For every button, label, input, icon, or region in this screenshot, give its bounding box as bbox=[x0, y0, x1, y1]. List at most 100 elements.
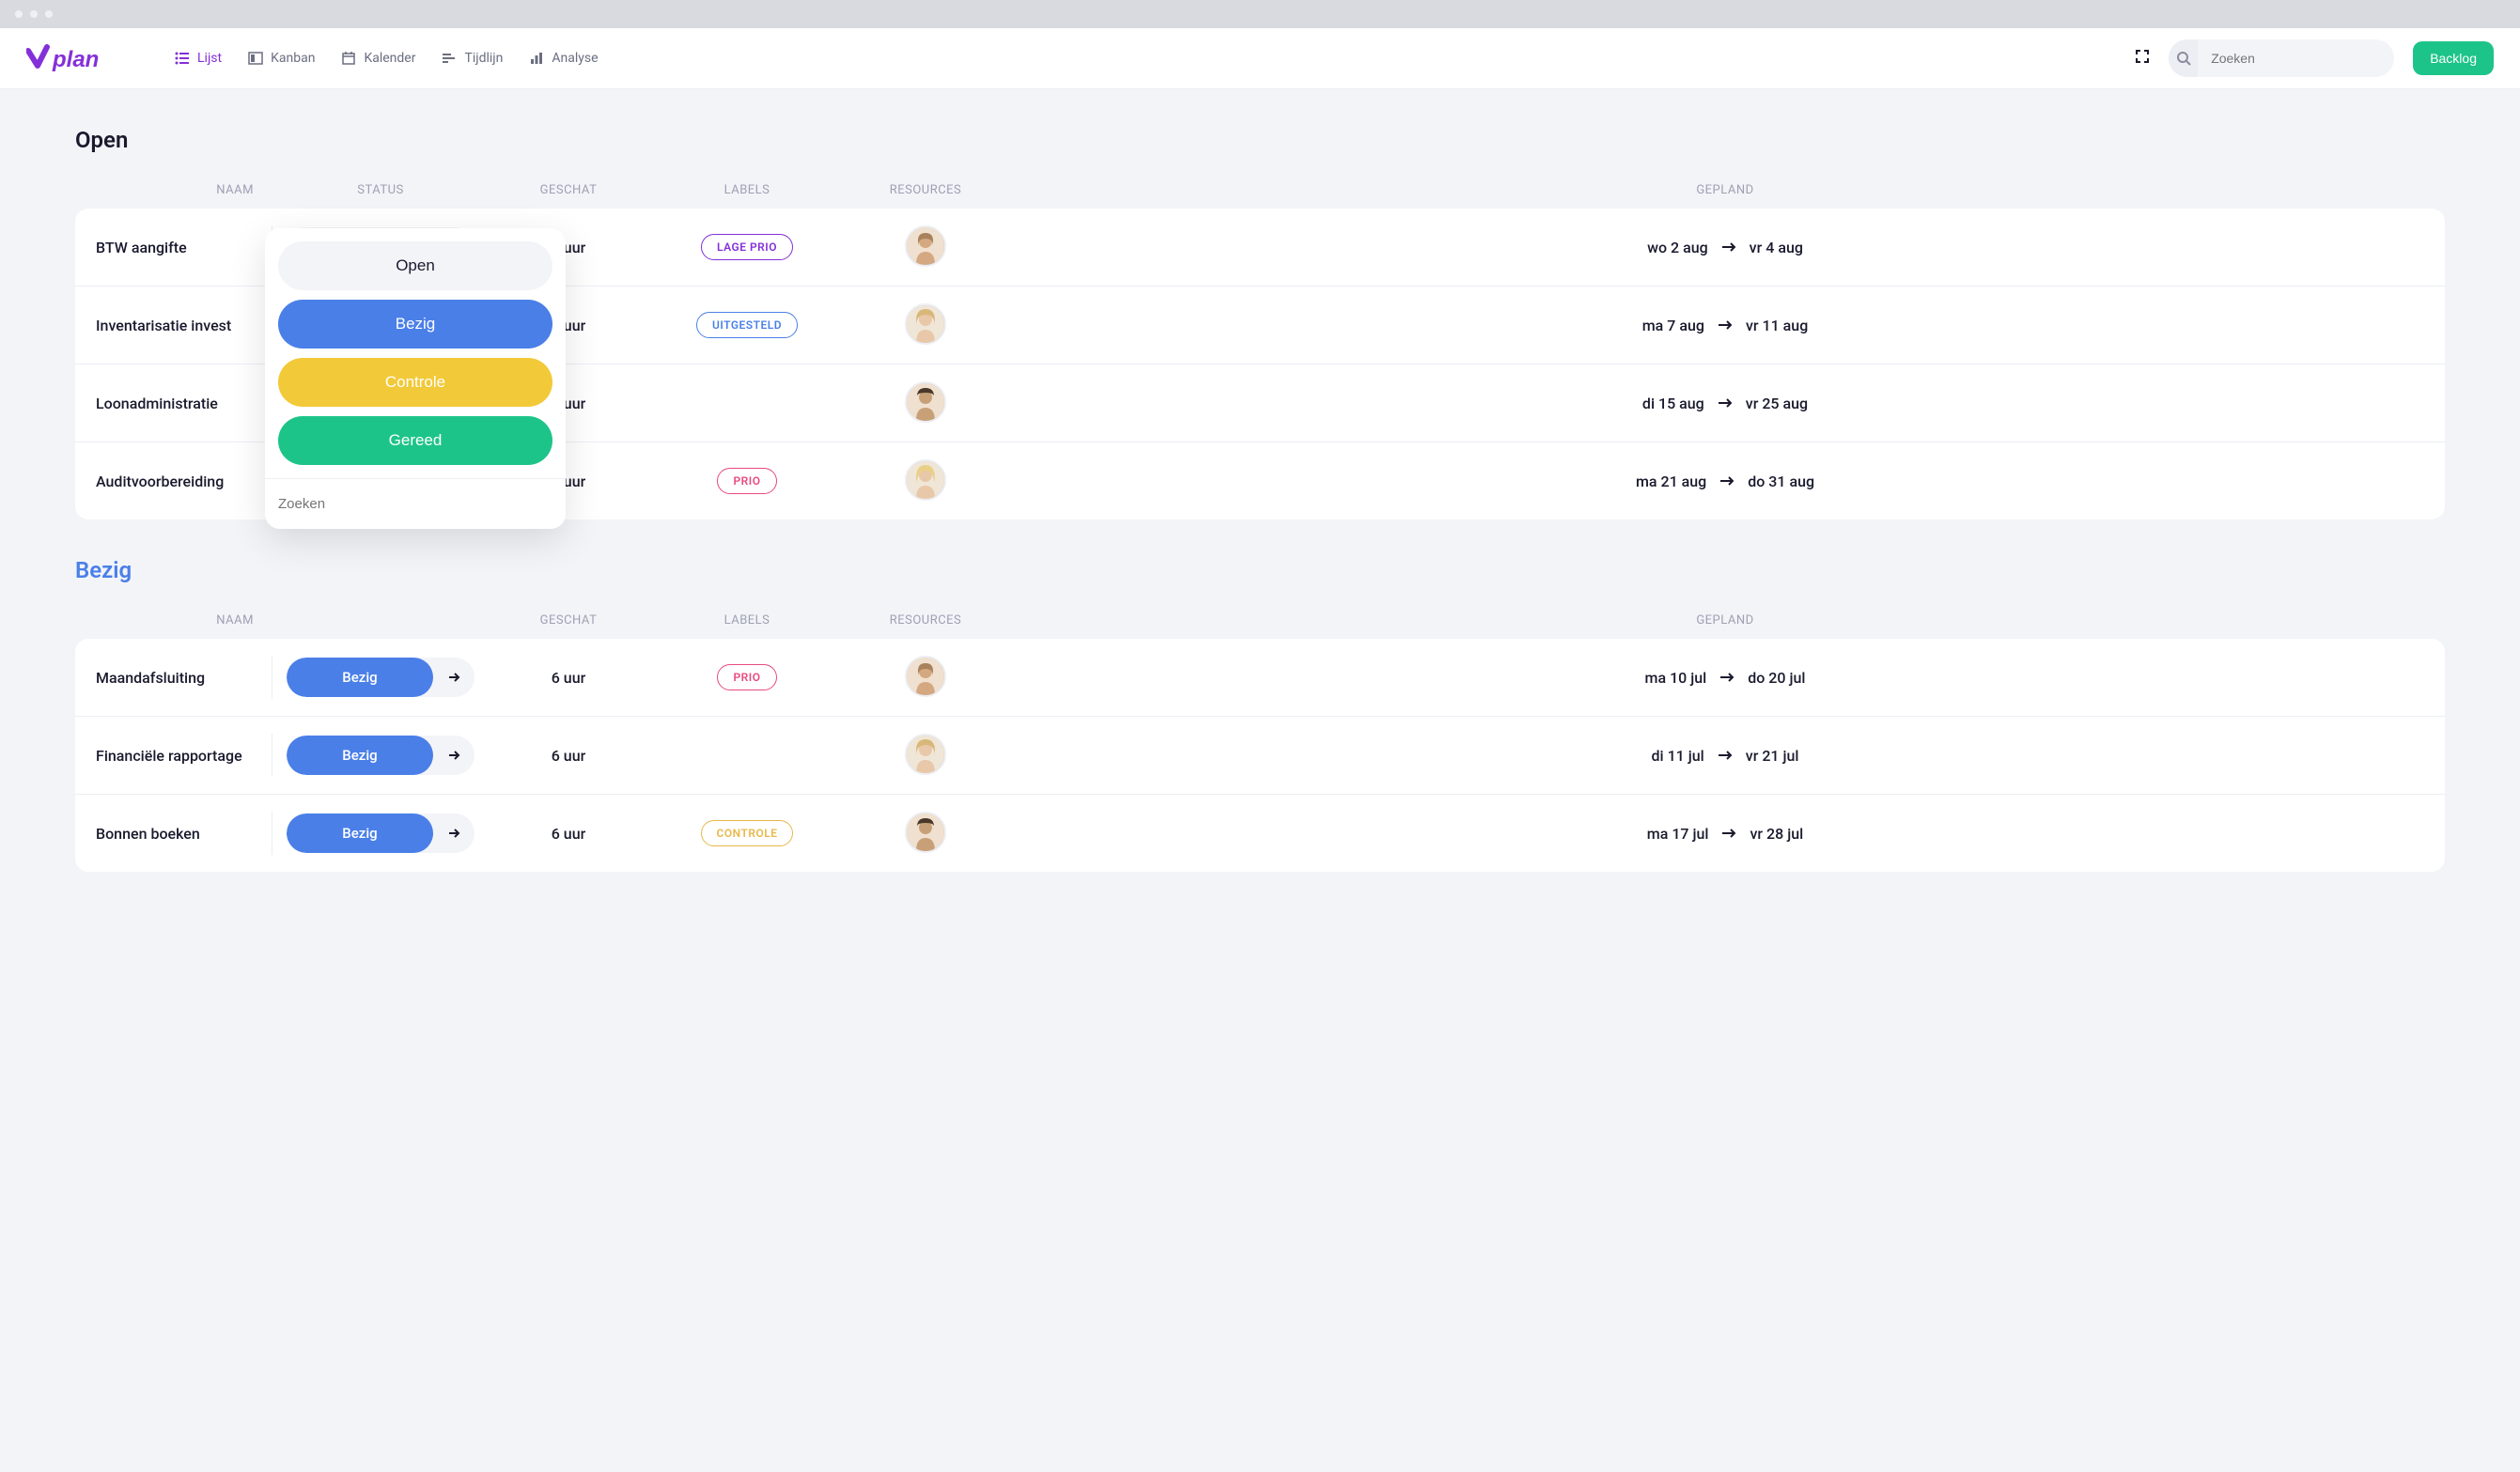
dropdown-option-bezig[interactable]: Bezig bbox=[278, 300, 552, 349]
status-dropdown: Open Bezig Controle Gereed bbox=[265, 228, 566, 529]
date-cell: ma 21 aug do 31 aug bbox=[1005, 473, 2445, 490]
search-box bbox=[2169, 39, 2394, 77]
label-cell: PRIO bbox=[648, 468, 846, 494]
date-from: wo 2 aug bbox=[1647, 239, 1708, 256]
search-icon bbox=[2169, 39, 2198, 77]
date-from: ma 17 jul bbox=[1647, 825, 1709, 843]
backlog-button[interactable]: Backlog bbox=[2413, 41, 2494, 75]
resource-cell bbox=[846, 225, 1005, 269]
date-from: ma 7 aug bbox=[1642, 317, 1704, 334]
kanban-icon bbox=[248, 51, 263, 66]
logo[interactable]: plan bbox=[26, 43, 130, 73]
table-row[interactable]: Bonnen boeken Bezig 6 uur CONTROLE ma 17… bbox=[75, 795, 2445, 872]
col-planned: GEPLAND bbox=[1005, 613, 2445, 628]
date-cell: ma 7 aug vr 11 aug bbox=[1005, 317, 2445, 334]
label-cell: PRIO bbox=[648, 664, 846, 690]
resource-cell bbox=[846, 303, 1005, 347]
avatar[interactable] bbox=[905, 734, 946, 775]
col-labels: LABELS bbox=[648, 183, 846, 197]
expand-icon[interactable] bbox=[2135, 49, 2150, 68]
nav-item-analyse[interactable]: Analyse bbox=[529, 51, 598, 66]
table-row[interactable]: Financiële rapportage Bezig 6 uur di 11 … bbox=[75, 717, 2445, 795]
date-cell: ma 10 jul do 20 jul bbox=[1005, 669, 2445, 687]
arrow-right-icon bbox=[1721, 239, 1736, 256]
search-input[interactable] bbox=[2198, 41, 2394, 75]
arrow-right-icon bbox=[1719, 669, 1734, 687]
avatar[interactable] bbox=[905, 381, 946, 423]
date-cell: di 15 aug vr 25 aug bbox=[1005, 395, 2445, 412]
estimate: 6 uur bbox=[489, 669, 648, 687]
col-planned: GEPLAND bbox=[1005, 183, 2445, 197]
dropdown-option-controle[interactable]: Controle bbox=[278, 358, 552, 407]
status-pill[interactable]: Bezig bbox=[287, 736, 474, 775]
nav: Lijst Kanban Kalender Tijdlijn Analyse bbox=[175, 51, 2135, 66]
dropdown-search-input[interactable] bbox=[265, 478, 566, 529]
status-cell: Bezig bbox=[272, 813, 489, 853]
task-name: Financiële rapportage bbox=[75, 734, 272, 777]
col-resources: RESOURCES bbox=[846, 183, 1005, 197]
label-chip[interactable]: CONTROLE bbox=[701, 820, 794, 846]
nav-item-lijst[interactable]: Lijst bbox=[175, 51, 222, 66]
estimate: 6 uur bbox=[489, 825, 648, 843]
status-label: Bezig bbox=[287, 736, 433, 775]
dropdown-option-open[interactable]: Open bbox=[278, 241, 552, 290]
nav-item-kanban[interactable]: Kanban bbox=[248, 51, 315, 66]
task-name: Auditvoorbereiding bbox=[75, 459, 272, 503]
resource-cell bbox=[846, 656, 1005, 699]
date-to: vr 4 aug bbox=[1750, 239, 1803, 256]
col-name: NAAM bbox=[75, 613, 272, 628]
arrow-right-icon bbox=[433, 658, 474, 697]
analytics-icon bbox=[529, 51, 544, 66]
date-to: vr 11 aug bbox=[1746, 317, 1808, 334]
label-chip[interactable]: LAGE PRIO bbox=[701, 234, 793, 260]
col-name: NAAM bbox=[75, 183, 272, 197]
avatar[interactable] bbox=[905, 459, 946, 501]
table-row[interactable]: Maandafsluiting Bezig 6 uur PRIO ma 10 j… bbox=[75, 639, 2445, 717]
task-name: Bonnen boeken bbox=[75, 812, 272, 855]
nav-label: Kalender bbox=[364, 51, 415, 66]
date-to: do 31 aug bbox=[1748, 473, 1814, 490]
status-cell: Bezig bbox=[272, 736, 489, 775]
status-pill[interactable]: Bezig bbox=[287, 658, 474, 697]
calendar-icon bbox=[341, 51, 356, 66]
status-cell: Bezig bbox=[272, 658, 489, 697]
nav-label: Lijst bbox=[197, 51, 222, 66]
date-from: ma 21 aug bbox=[1636, 473, 1706, 490]
avatar[interactable] bbox=[905, 656, 946, 697]
timeline-icon bbox=[442, 51, 457, 66]
nav-label: Kanban bbox=[271, 51, 315, 66]
col-resources: RESOURCES bbox=[846, 613, 1005, 628]
avatar[interactable] bbox=[905, 225, 946, 267]
window-dot bbox=[30, 10, 38, 18]
date-to: do 20 jul bbox=[1748, 669, 1805, 687]
task-name: Maandafsluiting bbox=[75, 656, 272, 699]
arrow-right-icon bbox=[1721, 825, 1736, 843]
date-cell: ma 17 jul vr 28 jul bbox=[1005, 825, 2445, 843]
avatar[interactable] bbox=[905, 303, 946, 345]
table-header: NAAM GESCHAT LABELS RESOURCES GEPLAND bbox=[75, 602, 2445, 639]
label-chip[interactable]: PRIO bbox=[717, 664, 776, 690]
label-chip[interactable]: PRIO bbox=[717, 468, 776, 494]
header-right: Backlog bbox=[2135, 39, 2494, 77]
nav-item-kalender[interactable]: Kalender bbox=[341, 51, 415, 66]
date-to: vr 21 jul bbox=[1746, 747, 1799, 765]
label-chip[interactable]: UITGESTELD bbox=[696, 312, 798, 338]
task-name: BTW aangifte bbox=[75, 225, 272, 269]
resource-cell bbox=[846, 459, 1005, 503]
date-cell: di 11 jul vr 21 jul bbox=[1005, 747, 2445, 765]
col-estimate: GESCHAT bbox=[489, 183, 648, 197]
group-title: Open bbox=[75, 127, 2445, 153]
status-pill[interactable]: Bezig bbox=[287, 813, 474, 853]
nav-label: Tijdlijn bbox=[464, 51, 503, 66]
arrow-right-icon bbox=[433, 736, 474, 775]
avatar[interactable] bbox=[905, 812, 946, 853]
arrow-right-icon bbox=[433, 813, 474, 853]
task-name: Inventarisatie invest bbox=[75, 303, 272, 347]
app-header: plan Lijst Kanban Kalender Tijdlijn Anal… bbox=[0, 28, 2520, 89]
date-to: vr 28 jul bbox=[1750, 825, 1803, 843]
date-from: ma 10 jul bbox=[1645, 669, 1707, 687]
svg-text:plan: plan bbox=[52, 47, 99, 72]
nav-item-tijdlijn[interactable]: Tijdlijn bbox=[442, 51, 503, 66]
date-from: di 15 aug bbox=[1642, 395, 1704, 412]
dropdown-option-gereed[interactable]: Gereed bbox=[278, 416, 552, 465]
